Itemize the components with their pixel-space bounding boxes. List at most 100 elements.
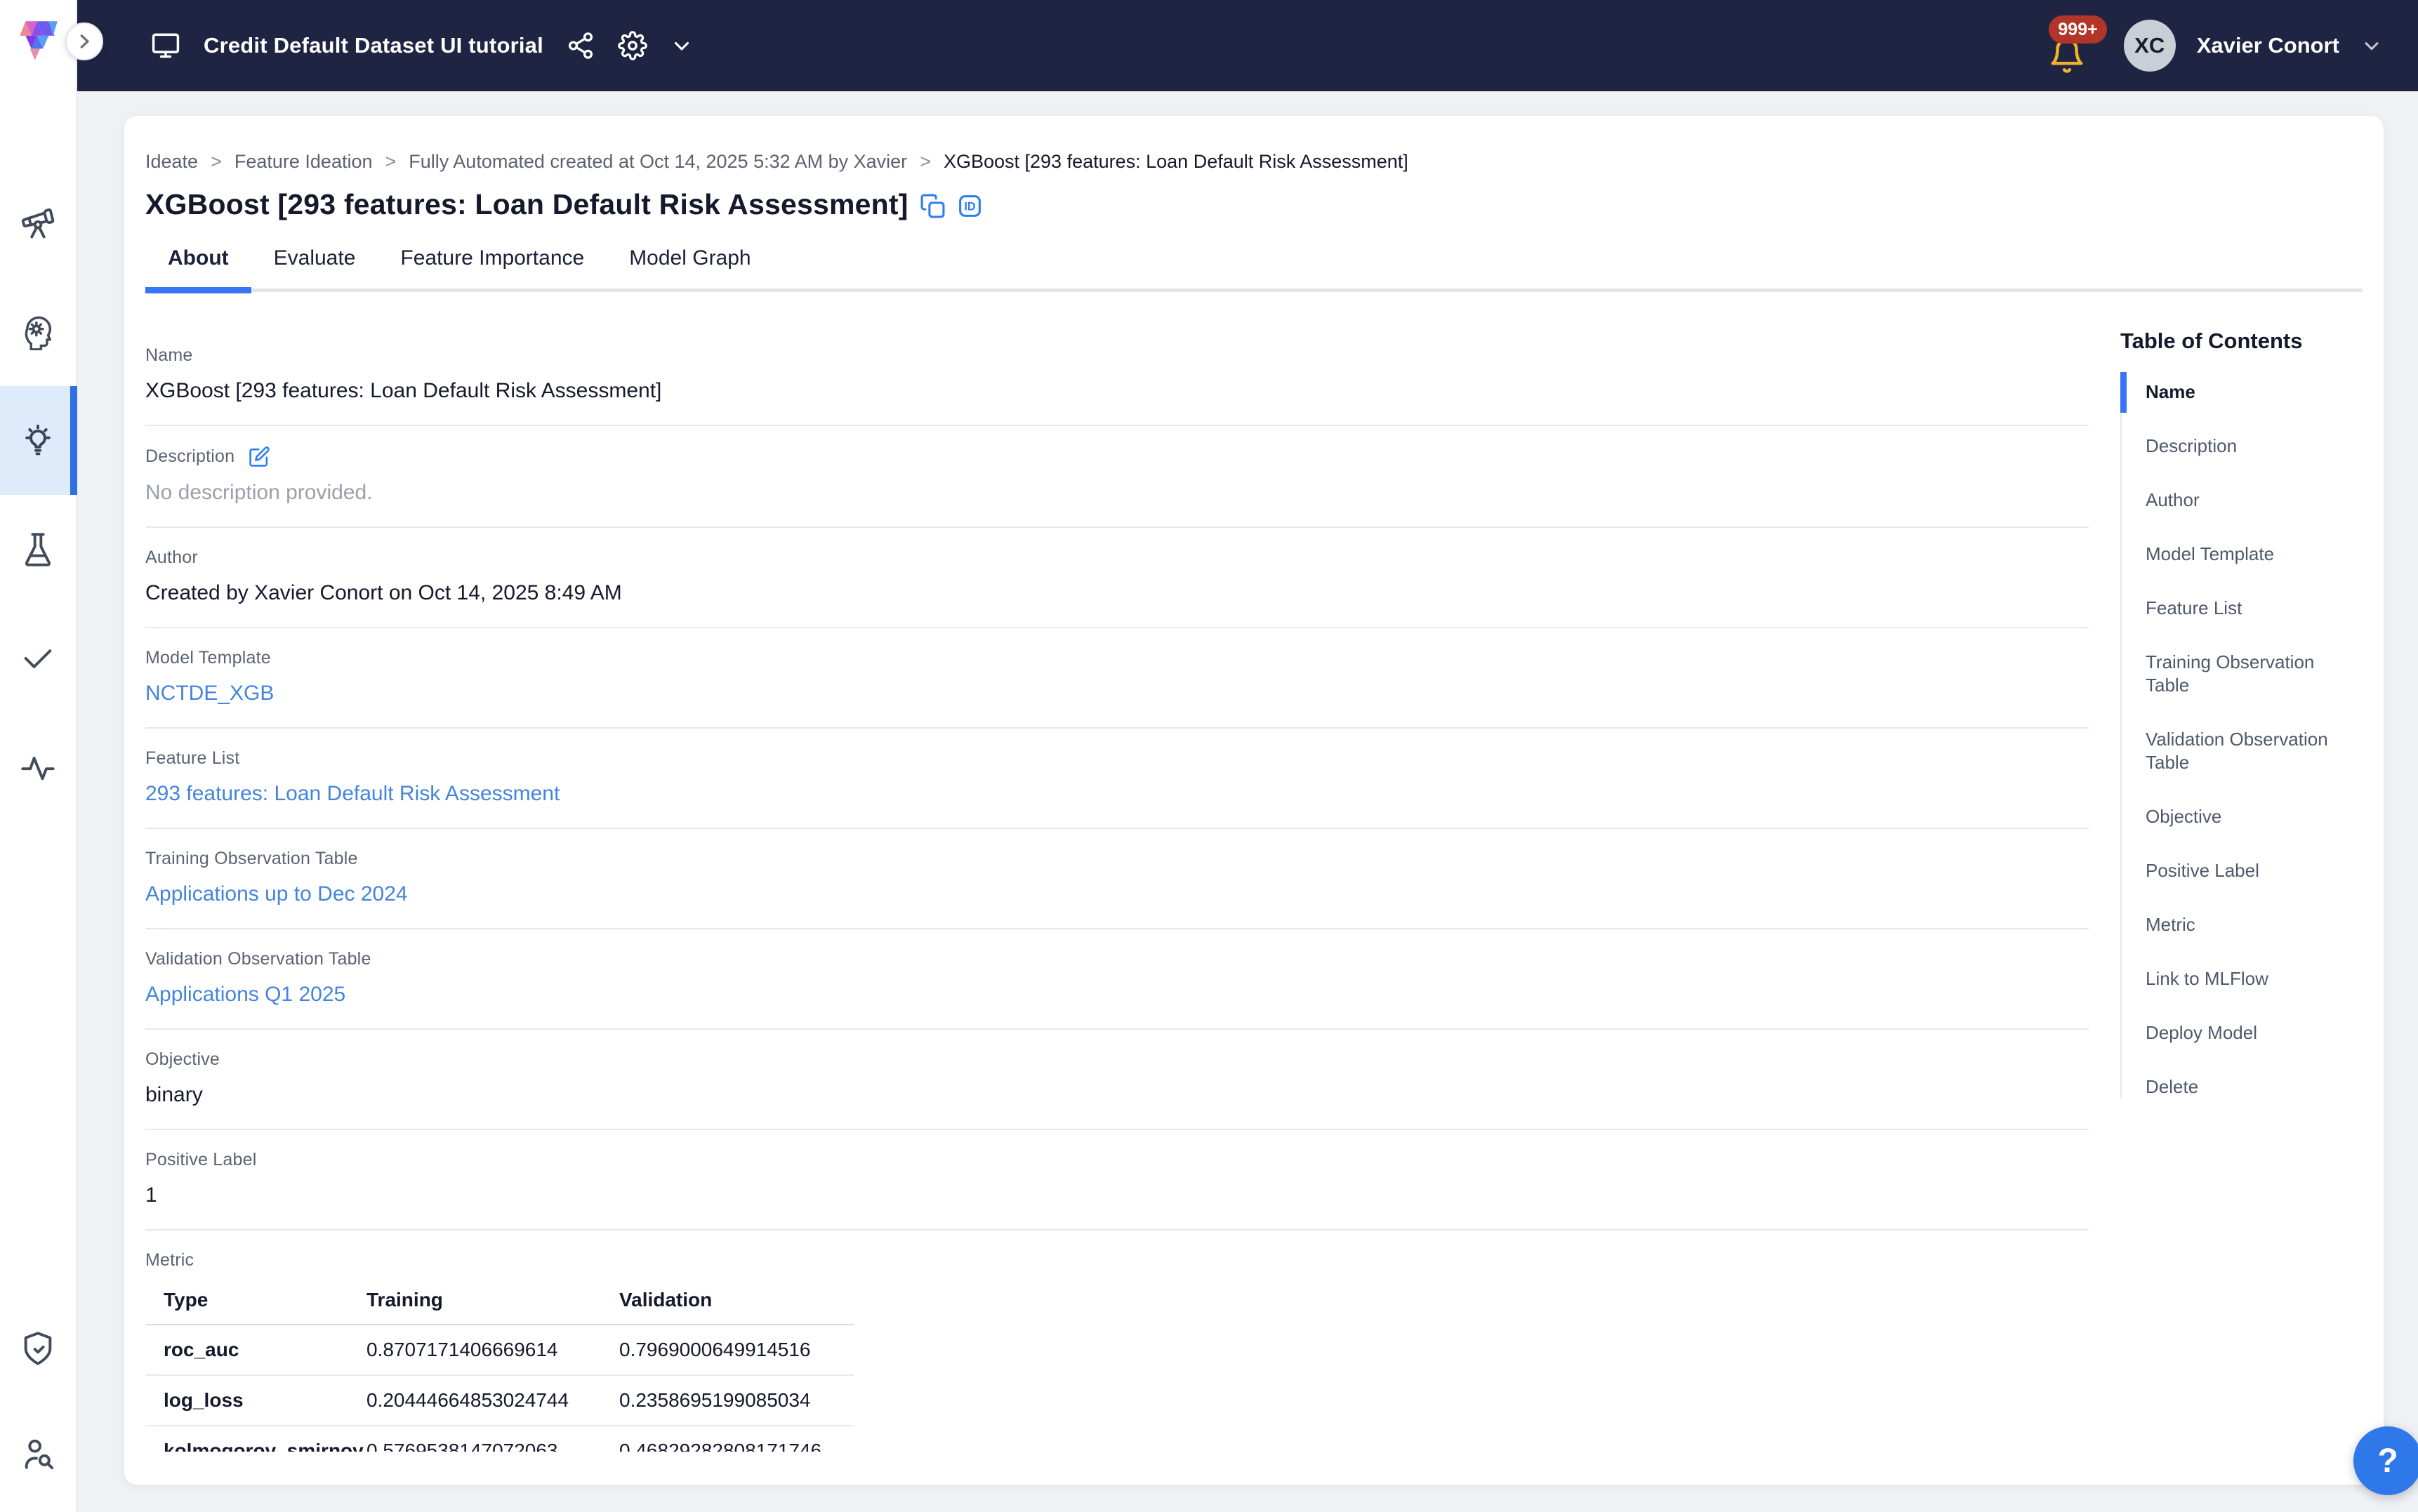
sidebar-item-validate[interactable]: [0, 604, 76, 712]
left-sidebar: [0, 0, 77, 1512]
metric-validation-value: 0.7969000649914516: [619, 1325, 854, 1375]
model-name-value: XGBoost [293 features: Loan Default Risk…: [145, 378, 2089, 404]
toc-item-model-template[interactable]: Model Template: [2146, 543, 2342, 566]
section-positive-label: Positive Label 1: [145, 1130, 2089, 1231]
share-icon[interactable]: [566, 31, 595, 60]
training-observation-table-link[interactable]: Applications up to Dec 2024: [145, 882, 408, 907]
metric-table: Type Training Validation roc_auc 0.87071…: [145, 1278, 854, 1452]
tab-evaluate[interactable]: Evaluate: [251, 246, 378, 289]
toc-item-author[interactable]: Author: [2146, 489, 2342, 512]
metric-header-row: Type Training Validation: [145, 1278, 854, 1325]
flask-icon: [20, 531, 56, 568]
section-validation-observation-table: Validation Observation Table Application…: [145, 929, 2089, 1030]
tab-feature-importance[interactable]: Feature Importance: [378, 246, 607, 289]
toc-item-objective[interactable]: Objective: [2146, 805, 2342, 828]
breadcrumb: Ideate > Feature Ideation > Fully Automa…: [145, 116, 2363, 173]
sidebar-item-governance[interactable]: [0, 1296, 76, 1401]
metric-validation-value: 0.46829282808171746: [619, 1426, 854, 1452]
breadcrumb-item-run[interactable]: Fully Automated created at Oct 14, 2025 …: [409, 151, 907, 173]
tab-model-graph[interactable]: Model Graph: [607, 246, 773, 289]
notification-count-badge: 999+: [2049, 15, 2106, 44]
tab-about[interactable]: About: [145, 246, 251, 289]
section-author: Author Created by Xavier Conort on Oct 1…: [145, 528, 2089, 628]
gear-icon[interactable]: [618, 31, 647, 60]
sidebar-item-monitor[interactable]: [0, 712, 76, 821]
description-value: No description provided.: [145, 480, 2089, 505]
toc-item-positive-label[interactable]: Positive Label: [2146, 859, 2342, 882]
feature-list-link[interactable]: 293 features: Loan Default Risk Assessme…: [145, 781, 560, 807]
section-label: Objective: [145, 1049, 2089, 1070]
copy-icon[interactable]: [920, 193, 946, 219]
page-title: XGBoost [293 features: Loan Default Risk…: [145, 188, 909, 221]
section-label: Author: [145, 548, 2089, 568]
tab-bar: About Evaluate Feature Importance Model …: [145, 246, 2363, 292]
sidebar-item-experiment[interactable]: [0, 495, 76, 604]
help-button[interactable]: ?: [2353, 1426, 2418, 1495]
metric-training-value: 0.8707171406669614: [366, 1325, 619, 1375]
person-search-icon: [20, 1435, 56, 1472]
table-row: log_loss 0.20444664853024744 0.235869519…: [145, 1375, 854, 1426]
breadcrumb-item-current: XGBoost [293 features: Loan Default Risk…: [944, 151, 1408, 173]
sidebar-expand-button[interactable]: [65, 22, 103, 60]
section-label: Training Observation Table: [145, 849, 2089, 869]
lightbulb-icon: [20, 423, 56, 459]
user-avatar[interactable]: XC: [2124, 20, 2176, 72]
model-template-link[interactable]: NCTDE_XGB: [145, 681, 274, 706]
section-label: Description: [145, 446, 234, 467]
edit-description-icon[interactable]: [249, 446, 270, 467]
telescope-icon: [20, 205, 56, 241]
toc-item-training-observation-table[interactable]: Training Observation Table: [2146, 651, 2342, 697]
toc-list: Name Description Author Model Template F…: [2120, 380, 2363, 1099]
shield-check-icon: [20, 1330, 56, 1367]
toc-item-name[interactable]: Name: [2146, 380, 2342, 404]
table-row: roc_auc 0.8707171406669614 0.79690006499…: [145, 1325, 854, 1375]
metric-training-value: 0.5769538147072063: [366, 1426, 619, 1452]
toc-item-metric[interactable]: Metric: [2146, 913, 2342, 936]
workspace-caret-icon[interactable]: [670, 34, 694, 58]
breadcrumb-item-ideate[interactable]: Ideate: [145, 151, 198, 173]
breadcrumb-separator: >: [211, 151, 222, 173]
section-name: Name XGBoost [293 features: Loan Default…: [145, 326, 2089, 426]
toc-item-feature-list[interactable]: Feature List: [2146, 597, 2342, 620]
section-model-template: Model Template NCTDE_XGB: [145, 628, 2089, 729]
sidebar-bottom-nav: [0, 1296, 76, 1506]
table-row: kolmogorov_smirnov 0.5769538147072063 0.…: [145, 1426, 854, 1452]
section-label: Positive Label: [145, 1150, 2089, 1170]
sidebar-item-ideate[interactable]: [0, 386, 76, 495]
sidebar-item-explore[interactable]: [0, 168, 76, 277]
notifications-button[interactable]: 999+: [2044, 15, 2103, 76]
section-label: Model Template: [145, 648, 2089, 668]
model-detail-card: Ideate > Feature Ideation > Fully Automa…: [124, 116, 2384, 1485]
about-sections: Name XGBoost [293 features: Loan Default…: [145, 326, 2089, 1473]
breadcrumb-item-feature-ideation[interactable]: Feature Ideation: [234, 151, 373, 173]
section-label: Metric: [145, 1250, 2089, 1271]
check-icon: [20, 640, 56, 677]
toc-title: Table of Contents: [2120, 329, 2363, 354]
metric-type: roc_auc: [145, 1325, 366, 1375]
positive-label-value: 1: [145, 1183, 2089, 1208]
section-label: Validation Observation Table: [145, 949, 2089, 969]
validation-observation-table-link[interactable]: Applications Q1 2025: [145, 982, 345, 1007]
metric-type: kolmogorov_smirnov: [145, 1426, 366, 1452]
toc-item-link-to-mlflow[interactable]: Link to MLFlow: [2146, 967, 2342, 990]
sidebar-item-curate[interactable]: [0, 277, 76, 386]
toc-item-deploy-model[interactable]: Deploy Model: [2146, 1021, 2342, 1045]
section-metric: Metric Type Training Validation: [145, 1231, 2089, 1473]
chevron-right-icon: [74, 31, 95, 52]
sidebar-item-user-search[interactable]: [0, 1401, 76, 1506]
objective-value: binary: [145, 1082, 2089, 1108]
toc-item-delete[interactable]: Delete: [2146, 1075, 2342, 1099]
head-gear-icon: [20, 314, 56, 350]
metric-validation-value: 0.2358695199085034: [619, 1375, 854, 1426]
table-of-contents: Table of Contents Name Description Autho…: [2120, 326, 2363, 1473]
author-value: Created by Xavier Conort on Oct 14, 2025…: [145, 581, 2089, 606]
workspace-title: Credit Default Dataset UI tutorial: [204, 33, 543, 58]
metric-col-validation: Validation: [619, 1278, 854, 1325]
user-menu-caret-icon[interactable]: [2360, 34, 2383, 57]
breadcrumb-separator: >: [385, 151, 397, 173]
toc-item-description[interactable]: Description: [2146, 435, 2342, 458]
toc-item-validation-observation-table[interactable]: Validation Observation Table: [2146, 728, 2342, 774]
monitor-icon: [150, 30, 181, 61]
id-badge-icon[interactable]: ID: [957, 193, 983, 219]
metric-col-training: Training: [366, 1278, 619, 1325]
